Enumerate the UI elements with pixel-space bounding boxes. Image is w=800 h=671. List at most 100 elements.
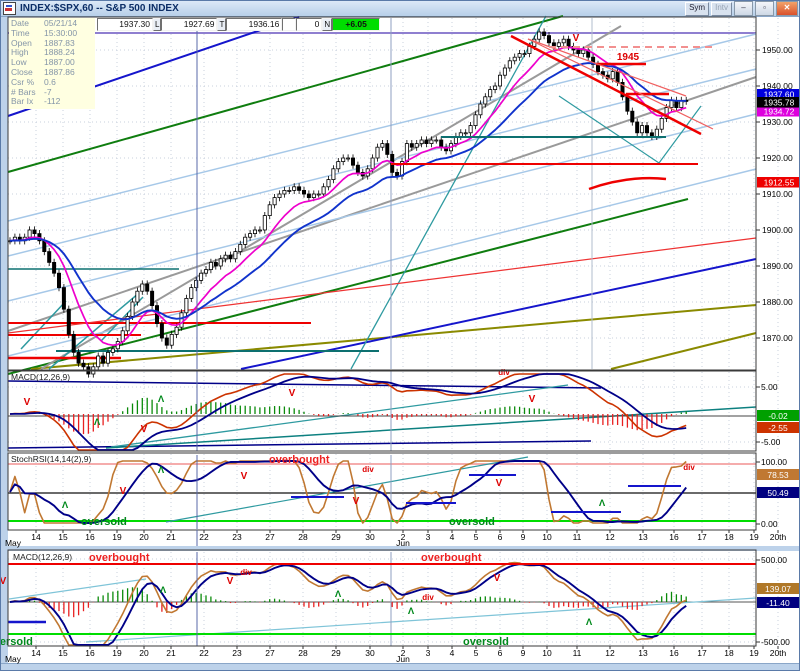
svg-text:V: V: [141, 424, 148, 435]
svg-text:5.00: 5.00: [761, 382, 778, 392]
svg-text:17: 17: [697, 648, 707, 658]
svg-text:V: V: [289, 388, 296, 399]
svg-text:22: 22: [199, 648, 209, 658]
svg-text:-0.02: -0.02: [768, 411, 788, 421]
svg-text:div: div: [498, 368, 510, 377]
toolbar-field-5[interactable]: [282, 18, 297, 31]
svg-text:overbought: overbought: [269, 454, 330, 466]
svg-text:13: 13: [638, 532, 648, 542]
svg-text:Jun: Jun: [396, 538, 410, 548]
svg-text:div: div: [422, 593, 434, 602]
svg-text:30: 30: [365, 648, 375, 658]
svg-text:11: 11: [573, 532, 582, 542]
svg-text:19: 19: [749, 532, 759, 542]
svg-text:29: 29: [331, 532, 341, 542]
svg-text:0.00: 0.00: [761, 519, 778, 529]
svg-text:13: 13: [638, 648, 648, 658]
svg-text:28: 28: [298, 648, 308, 658]
svg-text:6: 6: [498, 532, 503, 542]
svg-text:V: V: [353, 496, 360, 507]
toolbar-field-1[interactable]: L: [153, 18, 162, 31]
svg-text:MACD(12,26,9): MACD(12,26,9): [11, 372, 70, 382]
svg-text:1935.78: 1935.78: [764, 98, 795, 108]
svg-text:29: 29: [331, 648, 341, 658]
svg-text:1912.55: 1912.55: [764, 178, 795, 188]
svg-text:Λ: Λ: [158, 394, 165, 405]
svg-text:-500.00: -500.00: [761, 637, 790, 647]
svg-text:MACD(12,26,9): MACD(12,26,9): [13, 552, 72, 562]
svg-text:4: 4: [450, 648, 455, 658]
toolbar-field-7[interactable]: N: [322, 18, 333, 31]
svg-text:22: 22: [199, 532, 209, 542]
svg-text:May: May: [5, 654, 22, 664]
svg-text:23: 23: [232, 648, 242, 658]
toolbar-field-3[interactable]: T: [217, 18, 227, 31]
svg-text:div: div: [683, 463, 695, 472]
svg-text:-2.55: -2.55: [768, 423, 788, 433]
svg-text:div: div: [362, 465, 374, 474]
svg-text:V: V: [24, 397, 31, 408]
svg-text:-11.40: -11.40: [766, 598, 790, 608]
svg-text:V: V: [496, 478, 503, 489]
svg-text:17: 17: [697, 532, 707, 542]
svg-text:1920.00: 1920.00: [762, 153, 793, 163]
svg-text:21: 21: [166, 532, 176, 542]
svg-text:4: 4: [450, 532, 455, 542]
svg-text:500.00: 500.00: [761, 555, 787, 565]
svg-text:V: V: [227, 576, 234, 587]
svg-text:9: 9: [521, 532, 526, 542]
svg-text:Λ: Λ: [160, 585, 167, 596]
svg-text:21: 21: [166, 648, 176, 658]
svg-text:20th: 20th: [770, 532, 787, 542]
svg-text:Λ: Λ: [599, 498, 606, 509]
svg-text:18: 18: [724, 648, 734, 658]
svg-text:Λ: Λ: [586, 617, 593, 628]
svg-text:27: 27: [265, 532, 275, 542]
toolbar-field-2[interactable]: 1927.69: [161, 18, 218, 31]
toolbar-field-0[interactable]: 1937.30: [97, 18, 153, 31]
svg-text:div: div: [240, 568, 252, 577]
svg-text:1945: 1945: [617, 52, 640, 63]
svg-text:6: 6: [498, 648, 503, 658]
svg-text:15: 15: [58, 648, 68, 658]
svg-text:V: V: [1, 576, 7, 587]
svg-text:12: 12: [605, 648, 615, 658]
svg-text:V: V: [120, 486, 127, 497]
svg-text:StochRSI(14,14(2),9): StochRSI(14,14(2),9): [11, 454, 91, 464]
svg-text:1930.00: 1930.00: [762, 117, 793, 127]
svg-text:19: 19: [112, 532, 122, 542]
svg-text:78.53: 78.53: [767, 470, 789, 480]
svg-text:Λ: Λ: [94, 417, 101, 428]
svg-text:10: 10: [542, 532, 552, 542]
svg-text:Jun: Jun: [396, 654, 410, 664]
svg-text:30: 30: [365, 532, 375, 542]
svg-text:Λ: Λ: [335, 589, 342, 600]
toolbar-field-8[interactable]: +6.05: [332, 18, 381, 31]
svg-text:19: 19: [112, 648, 122, 658]
svg-text:100.00: 100.00: [761, 457, 787, 467]
svg-text:-5.00: -5.00: [761, 437, 781, 447]
svg-text:16: 16: [669, 532, 679, 542]
svg-text:V: V: [494, 573, 501, 584]
svg-text:3: 3: [426, 532, 431, 542]
svg-text:16: 16: [85, 532, 95, 542]
svg-text:1890.00: 1890.00: [762, 261, 793, 271]
svg-text:V: V: [529, 394, 536, 405]
svg-text:oversold: oversold: [449, 516, 495, 528]
svg-text:50.49: 50.49: [767, 488, 789, 498]
svg-text:139.07: 139.07: [765, 584, 791, 594]
svg-text:1880.00: 1880.00: [762, 297, 793, 307]
svg-text:27: 27: [265, 648, 275, 658]
svg-text:12: 12: [605, 532, 615, 542]
svg-text:3: 3: [426, 648, 431, 658]
chart-window: INDEX:$SPX,60 -- S&P 500 INDEX Sym Intv …: [0, 0, 800, 671]
svg-text:16: 16: [85, 648, 95, 658]
svg-text:9: 9: [521, 648, 526, 658]
toolbar-field-4[interactable]: 1936.16: [226, 18, 283, 31]
svg-text:20: 20: [139, 648, 149, 658]
chart-canvas[interactable]: V 1945 V Λ V Λ Vdiv V MACD(12,26,9) Λ V Λ V Vdiv V Λdiv…: [1, 1, 800, 671]
svg-text:14: 14: [31, 532, 41, 542]
toolbar-field-6[interactable]: 0: [296, 18, 323, 31]
svg-text:overbought: overbought: [89, 552, 150, 564]
quote-toolbar: 1937.30 L 1927.69 T 1936.16 0 N +6.05: [97, 18, 381, 31]
